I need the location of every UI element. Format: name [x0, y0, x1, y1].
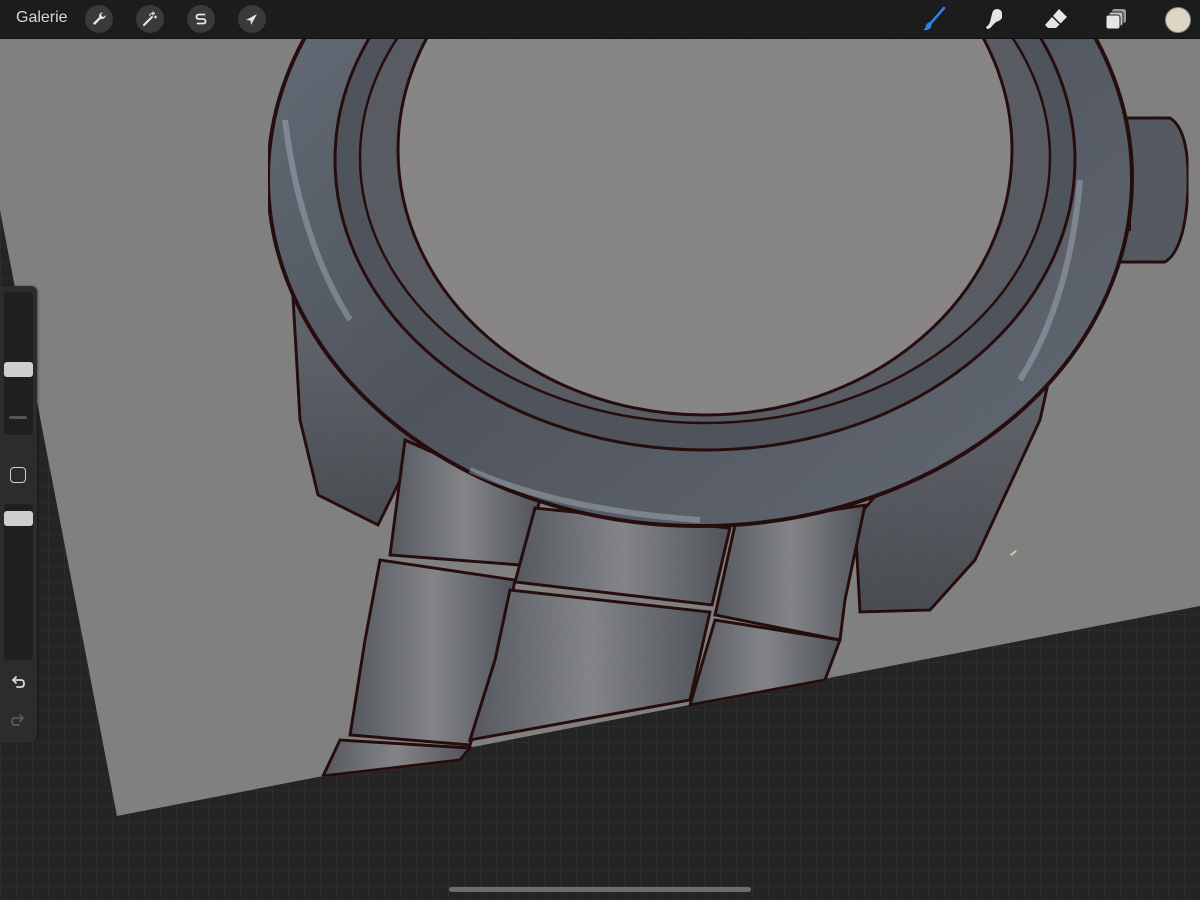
- wrench-icon: [93, 12, 106, 25]
- smudge-tool-button[interactable]: [980, 4, 1010, 34]
- eraser-tool-button[interactable]: [1041, 4, 1071, 34]
- selection-s-icon: [195, 13, 207, 25]
- bracelet-link-mid-2: [467, 588, 712, 742]
- selection-button[interactable]: [187, 5, 215, 33]
- bracelet-link-left-3: [320, 738, 474, 778]
- arrow-cursor-icon: [246, 14, 257, 25]
- layers-button[interactable]: [1102, 4, 1132, 34]
- redo-icon[interactable]: [8, 710, 28, 730]
- transform-button[interactable]: [238, 5, 266, 33]
- layers-icon: [1105, 9, 1126, 30]
- magic-wand-icon: [143, 11, 158, 26]
- brush-size-thumb[interactable]: [4, 362, 33, 378]
- drawing-canvas[interactable]: [0, 0, 1200, 900]
- actions-button[interactable]: [85, 5, 113, 33]
- opacity-thumb[interactable]: [4, 511, 33, 527]
- gallery-button[interactable]: Galerie: [16, 9, 68, 27]
- color-picker-button[interactable]: [1165, 7, 1191, 33]
- slider-divider: [9, 416, 27, 419]
- adjustments-button[interactable]: [136, 5, 164, 33]
- procreate-app: Galerie: [0, 0, 1200, 900]
- top-toolbar: Galerie: [0, 0, 1200, 39]
- brush-tool-button[interactable]: [919, 4, 949, 34]
- home-indicator[interactable]: [449, 887, 751, 892]
- smudge-icon: [986, 9, 1002, 29]
- brush-icon: [923, 6, 946, 31]
- undo-icon[interactable]: [8, 672, 28, 692]
- opacity-slider[interactable]: [4, 504, 33, 660]
- left-sidebar: [0, 286, 37, 742]
- modify-button[interactable]: [10, 467, 26, 483]
- eraser-icon: [1045, 9, 1067, 28]
